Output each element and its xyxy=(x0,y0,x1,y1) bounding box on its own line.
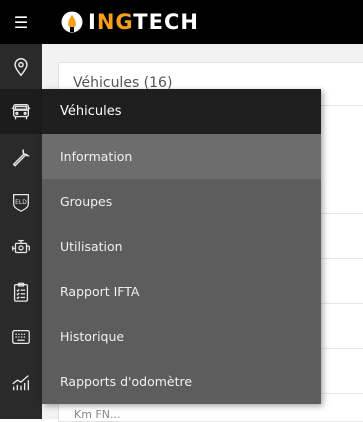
hamburger-menu-button[interactable]: ☰ xyxy=(0,0,42,44)
sidebar-item-map[interactable] xyxy=(0,44,42,89)
sidebar-item-eld[interactable]: ELD xyxy=(0,179,42,224)
sidebar-item-engine[interactable] xyxy=(0,224,42,269)
ingtech-logo[interactable]: INGTECH xyxy=(60,8,199,36)
sidebar-item-devices[interactable] xyxy=(0,314,42,359)
eld-badge-icon: ELD xyxy=(13,193,29,212)
menu-item-information[interactable]: Information xyxy=(42,134,321,179)
logo-text: INGTECH xyxy=(88,10,199,34)
bar-chart-icon xyxy=(12,374,30,390)
peek-row-text: Km FN... xyxy=(74,408,121,421)
engine-icon xyxy=(12,239,30,253)
logo-mark-icon xyxy=(61,11,83,33)
keyboard-icon xyxy=(12,329,30,344)
sidebar-item-inspections[interactable] xyxy=(0,269,42,314)
sidebar-item-reports[interactable] xyxy=(0,359,42,404)
svg-text:ELD: ELD xyxy=(15,198,27,205)
menu-header[interactable]: Véhicules xyxy=(42,89,321,134)
wrench-icon xyxy=(12,148,30,167)
menu-item-usage[interactable]: Utilisation xyxy=(42,224,321,269)
vehicles-flyout-menu: Véhicules Information Groupes Utilisatio… xyxy=(42,89,321,404)
sidebar-item-maintenance[interactable] xyxy=(0,134,42,179)
menu-item-odometer-reports[interactable]: Rapports d'odomètre xyxy=(42,359,321,404)
clipboard-checklist-icon xyxy=(13,282,29,302)
menu-item-history[interactable]: Historique xyxy=(42,314,321,359)
top-bar: ☰ INGTECH xyxy=(0,0,363,44)
sidebar: ELD xyxy=(0,44,42,419)
location-pin-icon xyxy=(14,57,28,76)
hamburger-icon: ☰ xyxy=(13,12,29,32)
menu-item-groups[interactable]: Groupes xyxy=(42,179,321,224)
truck-icon xyxy=(11,103,31,119)
sidebar-item-vehicles[interactable] xyxy=(0,89,42,134)
menu-item-ifta-report[interactable]: Rapport IFTA xyxy=(42,269,321,314)
